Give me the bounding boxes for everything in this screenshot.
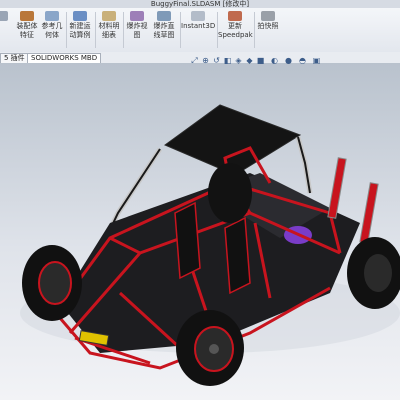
tool-icon xyxy=(0,11,8,21)
explode-line-sketch-icon xyxy=(157,11,171,21)
button-label: 细表 xyxy=(102,31,116,39)
button-label: 更新 xyxy=(228,22,242,30)
assembly-features-icon xyxy=(20,11,34,21)
button-label: 线草图 xyxy=(153,31,175,39)
wheel-front-right xyxy=(176,310,244,386)
new-motion-study-button[interactable]: 新建运 动算例 xyxy=(66,11,94,51)
seat-right xyxy=(224,216,251,295)
button-label: 爆炸视 xyxy=(126,22,148,30)
speedpak-icon xyxy=(228,11,242,21)
rear-shock-left xyxy=(327,157,347,219)
wheel-rear-left xyxy=(208,163,252,223)
take-snapshot-button[interactable]: 拍快照 xyxy=(255,11,281,51)
reference-geometry-button[interactable]: 参考几 何体 xyxy=(38,11,66,51)
exploded-view-button[interactable]: 爆炸视 图 xyxy=(124,11,150,51)
tab-addins[interactable]: 5 插件 xyxy=(0,53,29,63)
reference-geometry-icon xyxy=(45,11,59,21)
explode-line-sketch-button[interactable]: 爆炸直 线草图 xyxy=(150,11,178,51)
button-label: Speedpak xyxy=(218,31,253,39)
instant3d-icon xyxy=(191,11,205,21)
tab-solidworks-mbd[interactable]: SOLIDWORKS MBD xyxy=(27,53,102,63)
wheel-front-left xyxy=(22,245,82,321)
button-label: 爆炸直 xyxy=(153,22,175,30)
button-label: 图 xyxy=(133,31,141,39)
bill-of-materials-icon xyxy=(102,11,116,21)
bill-of-materials-button[interactable]: 材料明 细表 xyxy=(96,11,122,51)
buggy-3d-model[interactable] xyxy=(0,63,400,400)
instant3d-button[interactable]: Instant3D xyxy=(181,11,215,51)
button-label: 动算例 xyxy=(69,31,91,39)
update-speedpak-button[interactable]: 更新 Speedpak xyxy=(218,11,253,51)
rear-shock-right xyxy=(359,182,379,244)
button-label: 拍快照 xyxy=(257,22,279,30)
button-label: 新建运 xyxy=(69,22,91,30)
button-label: Instant3D xyxy=(181,22,216,30)
command-manager-ribbon: 装配体 特征 参考几 何体 新建运 动算例 材料明 细表 爆炸视 图 爆炸直 线… xyxy=(0,8,400,53)
button-label: 何体 xyxy=(45,31,59,39)
button-label: 材料明 xyxy=(98,22,120,30)
exploded-view-icon xyxy=(130,11,144,21)
button-label: 参考几 xyxy=(41,22,63,30)
motion-study-icon xyxy=(73,11,87,21)
camera-icon xyxy=(261,11,275,21)
seat-left xyxy=(174,201,201,280)
partial-tool-button[interactable] xyxy=(0,11,8,51)
